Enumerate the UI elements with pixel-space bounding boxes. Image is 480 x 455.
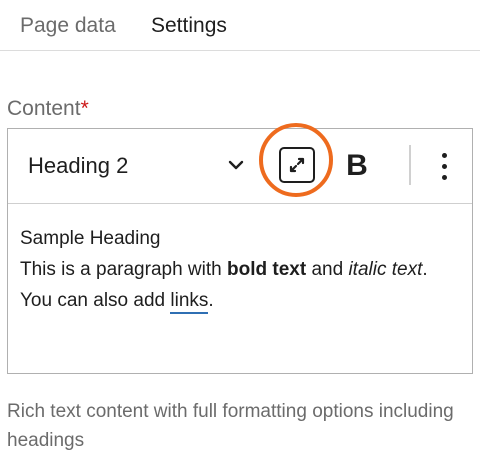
toolbar-divider xyxy=(409,145,411,185)
italic-text: italic text xyxy=(348,259,423,280)
rich-text-editor: Heading 2 B Sample Heading This is a par… xyxy=(7,123,473,374)
required-asterisk: * xyxy=(80,97,89,120)
content-paragraph: This is a paragraph with bold text and i… xyxy=(20,254,460,316)
chevron-down-icon xyxy=(228,160,244,170)
paragraph-text-and: and xyxy=(306,259,349,280)
editor-content[interactable]: Sample Heading This is a paragraph with … xyxy=(20,223,460,316)
more-options-button[interactable] xyxy=(433,149,457,185)
bold-button[interactable]: B xyxy=(342,149,372,183)
expand-icon xyxy=(289,157,305,173)
paragraph-text-start: This is a paragraph with xyxy=(20,259,227,280)
tab-bar: Page data Settings xyxy=(0,0,480,51)
content-heading: Sample Heading xyxy=(20,228,161,249)
content-link[interactable]: links xyxy=(170,290,209,314)
block-type-select[interactable]: Heading 2 xyxy=(8,129,258,203)
content-label-text: Content xyxy=(7,97,81,120)
help-text: Rich text content with full formatting o… xyxy=(7,401,454,451)
expand-button[interactable] xyxy=(279,147,315,183)
bold-text: bold text xyxy=(227,259,307,280)
block-type-value: Heading 2 xyxy=(28,153,129,178)
paragraph-text-end: . xyxy=(208,290,214,311)
content-field-label: Content* xyxy=(7,97,89,121)
editor-toolbar: Heading 2 B xyxy=(8,123,472,204)
tab-settings[interactable]: Settings xyxy=(151,14,227,38)
tab-page-data[interactable]: Page data xyxy=(20,14,116,38)
